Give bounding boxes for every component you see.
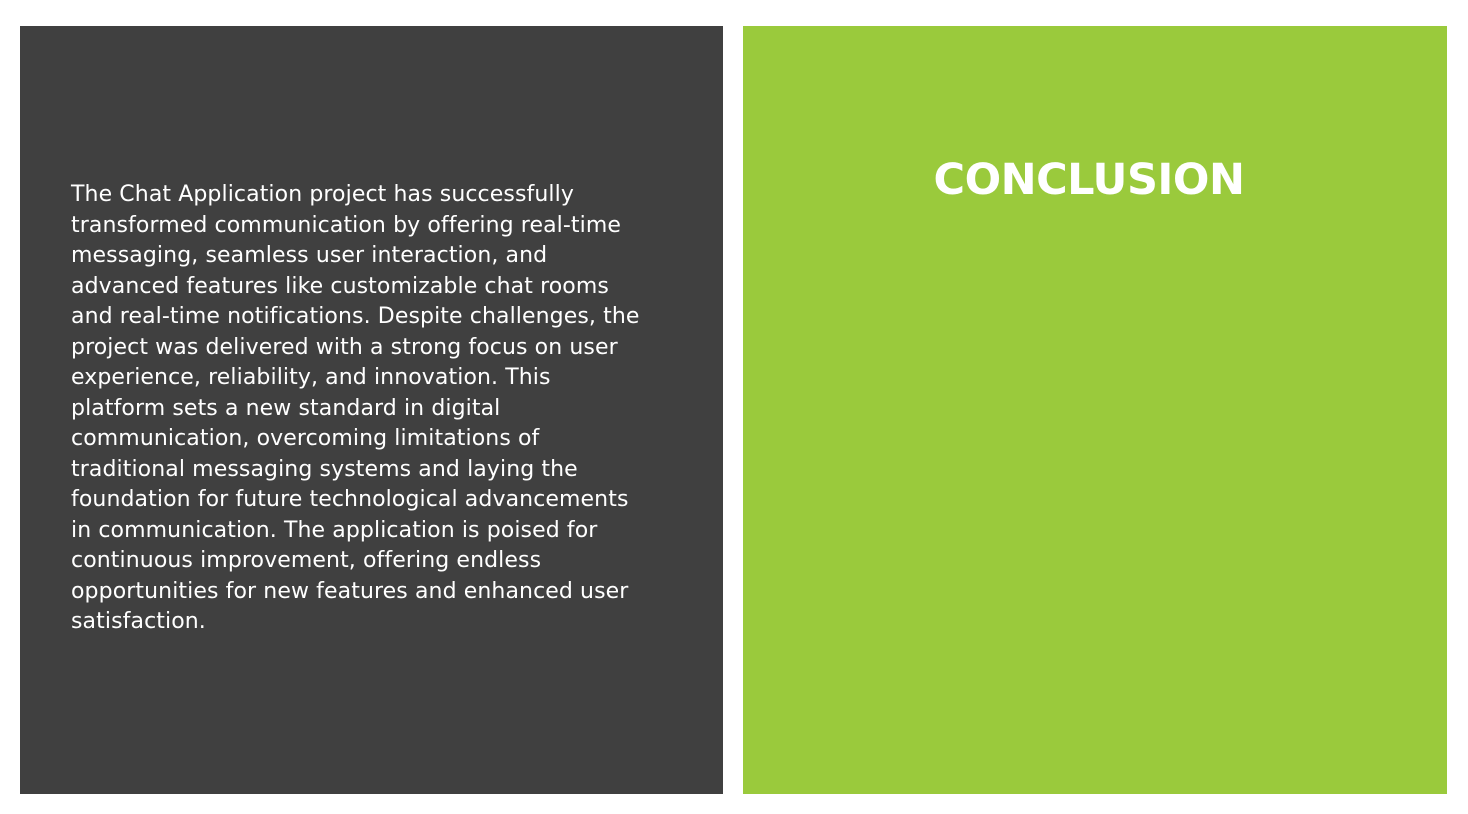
title-panel: CONCLUSION <box>743 26 1447 794</box>
slide-title: CONCLUSION <box>933 155 1245 205</box>
text-panel: The Chat Application project has success… <box>20 26 723 794</box>
conclusion-body-text: The Chat Application project has success… <box>71 182 640 634</box>
slide: The Chat Application project has success… <box>0 0 1468 814</box>
